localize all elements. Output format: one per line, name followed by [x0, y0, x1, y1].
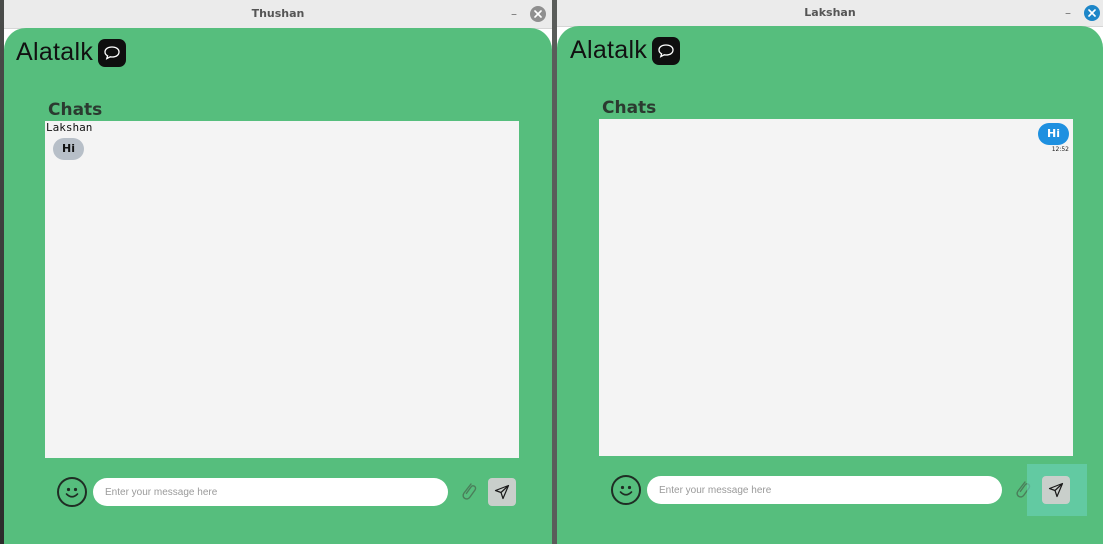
app-name: Alatalk — [570, 36, 648, 64]
chat-window-lakshan: Lakshan – Alatalk Chats Hi 12:52 — [557, 0, 1103, 544]
send-icon — [494, 484, 510, 500]
smiley-icon — [619, 485, 633, 496]
attach-button[interactable] — [458, 479, 478, 505]
message-input[interactable] — [93, 478, 448, 506]
send-button[interactable] — [1042, 476, 1070, 504]
app-logo: Alatalk — [16, 38, 127, 67]
outgoing-message: Hi — [1038, 123, 1069, 145]
minimize-button[interactable]: – — [1060, 5, 1076, 21]
smiley-icon — [65, 487, 79, 498]
emoji-button[interactable] — [57, 477, 87, 507]
app-logo: Alatalk — [570, 36, 681, 65]
app-container: Alatalk Chats Hi 12:52 — [557, 26, 1103, 544]
window-titlebar[interactable]: Thushan – — [4, 0, 552, 29]
close-icon — [1088, 9, 1096, 17]
close-icon — [534, 10, 542, 18]
incoming-message: Hi — [53, 138, 84, 160]
chats-heading: Chats — [48, 100, 103, 120]
chat-bubble-icon — [652, 36, 681, 65]
chat-bubble-icon — [98, 38, 127, 67]
minimize-button[interactable]: – — [506, 6, 522, 22]
message-timestamp: 12:52 — [1051, 146, 1069, 153]
send-button[interactable] — [488, 478, 516, 506]
send-icon — [1048, 482, 1064, 498]
close-button[interactable] — [1084, 5, 1100, 21]
app-container: Alatalk Chats Lakshan Hi — [4, 28, 552, 544]
app-name: Alatalk — [16, 38, 94, 66]
chat-window-thushan: Thushan – Alatalk Chats Lakshan Hi — [4, 0, 552, 544]
window-title: Thushan — [251, 7, 305, 20]
emoji-button[interactable] — [611, 475, 641, 505]
chats-heading: Chats — [602, 98, 657, 118]
close-button[interactable] — [530, 6, 546, 22]
message-input[interactable] — [647, 476, 1002, 504]
chat-messages-panel[interactable]: Lakshan Hi — [45, 121, 519, 458]
sender-name: Lakshan — [46, 121, 93, 134]
window-titlebar[interactable]: Lakshan – — [557, 0, 1103, 27]
paperclip-icon — [462, 483, 477, 500]
window-title: Lakshan — [804, 6, 856, 19]
chat-messages-panel[interactable]: Hi 12:52 — [599, 119, 1073, 456]
